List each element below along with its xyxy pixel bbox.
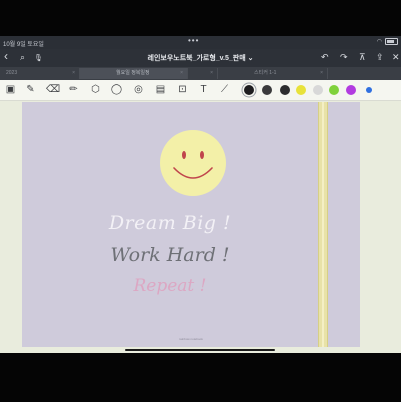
smiley-face-icon	[173, 151, 213, 179]
tab-monday-schedule[interactable]: 월요일 정복일정 ×	[80, 68, 188, 79]
status-time: 10월 9일 토요일	[3, 42, 44, 48]
drawing-toolbar: ▣ ✎ ⌫ ✏ ⬡ ◯ ◎ ▤ ⊡ T ⟋	[0, 80, 401, 101]
tab-sticker[interactable]: 스티커 1-1 ×	[218, 68, 328, 79]
color-swatch[interactable]	[244, 85, 254, 95]
close-icon[interactable]: ✕	[392, 52, 400, 63]
smiley-mouth	[173, 167, 213, 179]
eraser-icon[interactable]: ⌫	[46, 83, 60, 96]
tab-2023[interactable]: 2023 ×	[0, 68, 80, 79]
bookmark-icon[interactable]: ⊼	[359, 52, 366, 63]
color-swatch[interactable]	[329, 85, 339, 95]
undo-icon[interactable]: ↶	[321, 52, 329, 63]
tab-empty[interactable]	[328, 68, 401, 79]
text-icon[interactable]: T	[197, 83, 210, 96]
color-swatch[interactable]	[366, 87, 372, 93]
highlighter-icon[interactable]: ✏	[67, 83, 80, 96]
image-icon[interactable]: ▤	[154, 83, 167, 96]
tab-unnamed[interactable]: ×	[188, 68, 218, 79]
redo-icon[interactable]: ↷	[340, 52, 348, 63]
sticker-icon[interactable]: ◎	[132, 83, 145, 96]
dream-big-text: Dream Big !	[108, 212, 232, 234]
tab-label: 월요일 정복일정	[116, 70, 150, 76]
tab-bar: 2023 × 월요일 정복일정 × × 스티커 1-1 ×	[0, 67, 401, 80]
home-indicator[interactable]	[125, 349, 275, 351]
tab-close-icon[interactable]: ×	[180, 68, 183, 79]
pen-icon[interactable]: ✎	[24, 83, 37, 96]
smiley-sticker[interactable]	[160, 130, 226, 196]
smiley-left-eye	[182, 151, 186, 159]
thumbnail-icon[interactable]: ▣	[4, 83, 17, 96]
page-footer-mark: rainbow notebook	[179, 337, 203, 341]
smiley-right-eye	[200, 151, 204, 159]
work-hard-text: Work Hard !	[110, 244, 230, 266]
status-right: ◠	[377, 38, 398, 45]
status-bar: 10월 9일 토요일 ••• ◠	[0, 36, 401, 49]
chevron-down-icon[interactable]: ⌄	[248, 55, 254, 62]
tab-label: 2023	[6, 70, 18, 76]
battery-icon	[385, 38, 398, 45]
document-title-text[interactable]: 레인보우노트북_가로형_v.5_판매	[148, 55, 246, 62]
share-icon[interactable]: ⇪	[376, 52, 384, 63]
color-swatch[interactable]	[313, 85, 323, 95]
lasso-icon[interactable]: ◯	[110, 83, 123, 96]
tab-close-icon[interactable]: ×	[210, 68, 213, 79]
tab-close-icon[interactable]: ×	[320, 68, 323, 79]
shapes-icon[interactable]: ⬡	[89, 83, 102, 96]
laser-icon[interactable]: ⟋	[218, 83, 231, 96]
nav-bar: ‹ ⌕ 🎙 레인보우노트북_가로형_v.5_판매 ⌄ ↶ ↷ ⊼ ⇪ ✕	[0, 49, 401, 67]
wifi-icon: ◠	[376, 39, 382, 45]
color-swatch[interactable]	[280, 85, 290, 95]
color-swatch[interactable]	[296, 85, 306, 95]
camera-icon[interactable]: ⊡	[176, 83, 189, 96]
tab-close-icon[interactable]: ×	[72, 68, 75, 79]
multitask-dots[interactable]: •••	[188, 36, 199, 45]
tab-label: 스티커 1-1	[254, 70, 277, 76]
repeat-text: Repeat !	[133, 276, 207, 296]
page-tab-divider	[318, 102, 328, 347]
color-swatch[interactable]	[262, 85, 272, 95]
color-swatch[interactable]	[346, 85, 356, 95]
